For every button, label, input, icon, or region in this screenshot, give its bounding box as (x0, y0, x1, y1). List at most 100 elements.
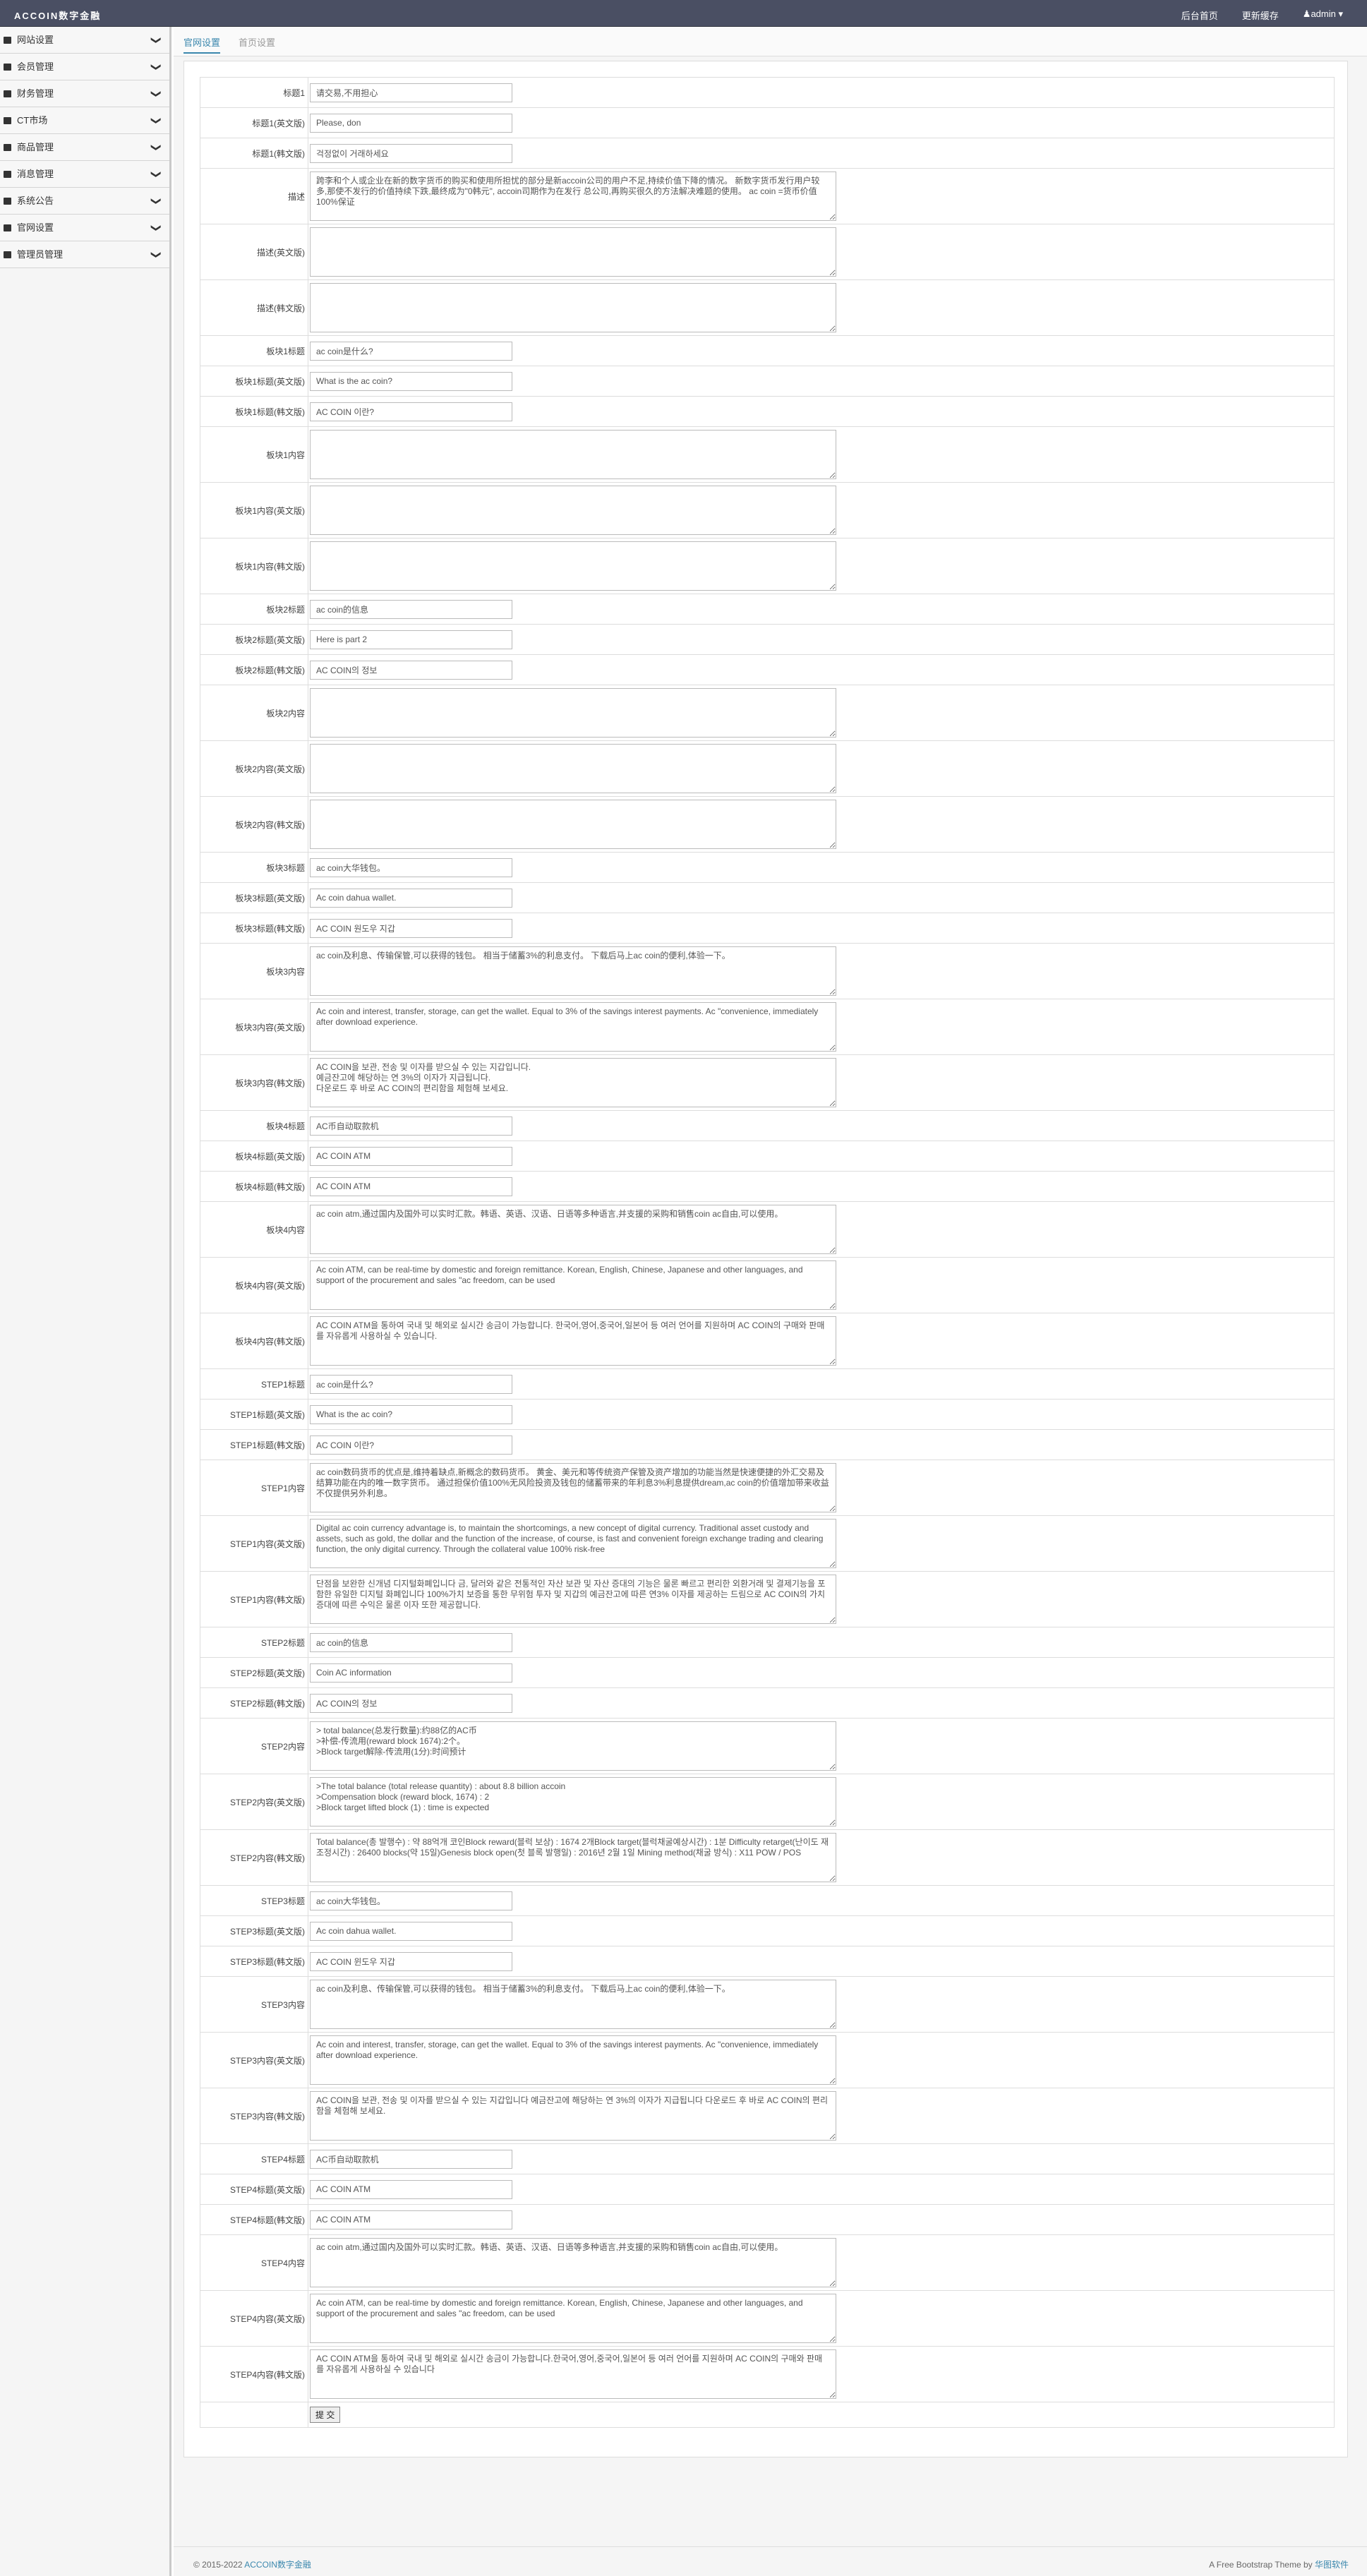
textarea-input[interactable] (310, 688, 836, 738)
user-menu[interactable]: ♟ admin ▾ (1303, 8, 1343, 22)
textarea-input[interactable] (310, 744, 836, 793)
textarea-input[interactable] (310, 800, 836, 849)
text-input[interactable] (310, 1891, 512, 1910)
textarea-input[interactable]: >The total balance (total release quanti… (310, 1777, 836, 1826)
sidebar-item-4[interactable]: 商品管理 ❯ (0, 134, 169, 161)
text-input[interactable] (310, 1176, 512, 1196)
textarea-input[interactable]: AC COIN을 보관, 전송 및 이자를 받으실 수 있는 지갑입니다 예금잔… (310, 2091, 836, 2141)
textarea-input[interactable]: ac coin及利息、传输保管,可以获得的钱包。 相当于储蓄3%的利息支付。 下… (310, 946, 836, 996)
brand-logo[interactable]: ACCOIN数字金融 (14, 8, 101, 22)
field-cell: ac coin数码货币的优点是,维持着缺点,新概念的数码货币。 黄金、美元和等传… (308, 1459, 1335, 1516)
text-input[interactable] (310, 1663, 512, 1683)
form-row: STEP4标题(英文版) (200, 2174, 1335, 2205)
form-row: STEP4内容(韩文版) AC COIN ATM을 통하여 국내 및 해외로 실시… (200, 2346, 1335, 2402)
text-input[interactable] (310, 1404, 512, 1424)
text-input[interactable] (310, 371, 512, 391)
form-row: STEP4内容(英文版) Ac coin ATM, can be real-tim… (200, 2290, 1335, 2347)
field-cell (308, 224, 1335, 280)
field-label: STEP1标题 (200, 1368, 308, 1400)
theme-author-link[interactable]: 华图软件 (1315, 2560, 1349, 2570)
text-input[interactable] (310, 2149, 512, 2169)
chevron-down-icon: ❯ (151, 63, 163, 71)
textarea-input[interactable]: 단점을 보완한 신개념 디지털화폐입니다 금, 달러와 같은 전통적인 자산 보… (310, 1575, 836, 1624)
form-row: 板块3内容 ac coin及利息、传输保管,可以获得的钱包。 相当于储蓄3%的利息… (200, 943, 1335, 999)
textarea-input[interactable]: Ac coin and interest, transfer, storage,… (310, 2035, 836, 2085)
field-cell (308, 1399, 1335, 1430)
sidebar-item-3[interactable]: CT市场 ❯ (0, 107, 169, 134)
sidebar-item-8[interactable]: 管理员管理 ❯ (0, 241, 169, 268)
field-label: 板块3内容(韩文版) (200, 1054, 308, 1111)
text-input[interactable] (310, 402, 512, 421)
textarea-input[interactable]: ac coin atm,通过国内及国外可以实时汇款。韩语、英语、汉语、日语等多种… (310, 2238, 836, 2287)
text-input[interactable] (310, 1921, 512, 1941)
textarea-input[interactable]: ac coin及利息、传输保管,可以获得的钱包。 相当于储蓄3%的利息支付。 下… (310, 1980, 836, 2029)
form-row: STEP2内容(韩文版) Total balance(총 발행수) : 약 88억… (200, 1829, 1335, 1886)
text-input[interactable] (310, 83, 512, 102)
textarea-input[interactable]: Ac coin ATM, can be real-time by domesti… (310, 2294, 836, 2343)
sidebar-item-7[interactable]: 官网设置 ❯ (0, 215, 169, 241)
submit-button[interactable]: 提 交 (310, 2407, 341, 2423)
text-input[interactable] (310, 1146, 512, 1166)
textarea-input[interactable]: Ac coin and interest, transfer, storage,… (310, 1002, 836, 1052)
text-input[interactable] (310, 1951, 512, 1971)
field-label: STEP2标题(韩文版) (200, 1687, 308, 1719)
text-input[interactable] (310, 1374, 512, 1394)
sidebar-item-1[interactable]: 会员管理 ❯ (0, 54, 169, 80)
textarea-input[interactable]: > total balance(总发行数量):约88亿的AC币 >补偿-传流用(… (310, 1721, 836, 1771)
sidebar-item-0[interactable]: 网站设置 ❯ (0, 27, 169, 54)
chevron-down-icon: ❯ (151, 251, 163, 259)
text-input[interactable] (310, 2210, 512, 2229)
textarea-input[interactable] (310, 430, 836, 479)
textarea-input[interactable]: ac coin数码货币的优点是,维持着缺点,新概念的数码货币。 黄金、美元和等传… (310, 1463, 836, 1512)
text-input[interactable] (310, 1632, 512, 1652)
field-cell (308, 366, 1335, 397)
text-input[interactable] (310, 143, 512, 163)
text-input[interactable] (310, 599, 512, 619)
text-input[interactable] (310, 918, 512, 938)
textarea-input[interactable]: 跨李和个人或企业在新的数字货币的购买和使用所担忧的部分是新accoin公司的用户… (310, 171, 836, 221)
field-label: 板块1内容 (200, 426, 308, 483)
textarea-input[interactable]: Total balance(총 발행수) : 약 88억개 코인Block re… (310, 1833, 836, 1882)
field-cell (308, 624, 1335, 655)
textarea-input[interactable]: ac coin atm,通过国内及国外可以实时汇款。韩语、英语、汉语、日语等多种… (310, 1205, 836, 1254)
globe-icon (4, 224, 11, 231)
form-row: STEP2标题(英文版) (200, 1657, 1335, 1688)
form-row: 板块4标题 (200, 1110, 1335, 1141)
sidebar-item-5[interactable]: 消息管理 ❯ (0, 161, 169, 188)
text-input[interactable] (310, 660, 512, 680)
nav-dashboard-link[interactable]: 后台首页 (1181, 8, 1218, 22)
form-row: 描述 跨李和个人或企业在新的数字货币的购买和使用所担忧的部分是新accoin公司的… (200, 168, 1335, 224)
field-label: STEP3标题(英文版) (200, 1915, 308, 1946)
field-label: STEP4内容(英文版) (200, 2290, 308, 2347)
textarea-input[interactable]: AC COIN ATM을 통하여 국내 및 해외로 실시간 송금이 가능합니다.… (310, 2349, 836, 2399)
textarea-input[interactable]: AC COIN을 보관, 전송 및 이자를 받으실 수 있는 지갑입니다. 예금… (310, 1058, 836, 1107)
textarea-input[interactable] (310, 227, 836, 277)
sidebar-item-6[interactable]: 系统公告 ❯ (0, 188, 169, 215)
textarea-input[interactable] (310, 541, 836, 591)
text-input[interactable] (310, 1116, 512, 1136)
text-input[interactable] (310, 857, 512, 877)
nav-refresh-cache-link[interactable]: 更新缓存 (1242, 8, 1279, 22)
footer-brand-link[interactable]: ACCOIN数字金融 (244, 2560, 311, 2570)
tab-home-settings[interactable]: 首页设置 (239, 35, 275, 49)
field-label: STEP1内容(韩文版) (200, 1571, 308, 1627)
textarea-input[interactable]: Ac coin ATM, can be real-time by domesti… (310, 1260, 836, 1310)
textarea-input[interactable] (310, 283, 836, 332)
textarea-input[interactable] (310, 486, 836, 535)
text-input[interactable] (310, 113, 512, 133)
text-input[interactable] (310, 630, 512, 649)
textarea-input[interactable]: Digital ac coin currency advantage is, t… (310, 1519, 836, 1568)
text-input[interactable] (310, 341, 512, 361)
field-cell (308, 279, 1335, 336)
form-row: 板块1内容(韩文版) (200, 538, 1335, 594)
text-input[interactable] (310, 1693, 512, 1713)
textarea-input[interactable]: AC COIN ATM을 통하여 국내 및 해외로 실시간 송금이 가능합니다.… (310, 1316, 836, 1366)
field-label: 板块2标题 (200, 594, 308, 625)
field-cell (308, 852, 1335, 883)
text-input[interactable] (310, 888, 512, 908)
text-input[interactable] (310, 2179, 512, 2199)
field-cell (308, 685, 1335, 741)
tab-site-settings[interactable]: 官网设置 (183, 35, 221, 54)
sidebar-item-2[interactable]: 财务管理 ❯ (0, 80, 169, 107)
text-input[interactable] (310, 1435, 512, 1455)
